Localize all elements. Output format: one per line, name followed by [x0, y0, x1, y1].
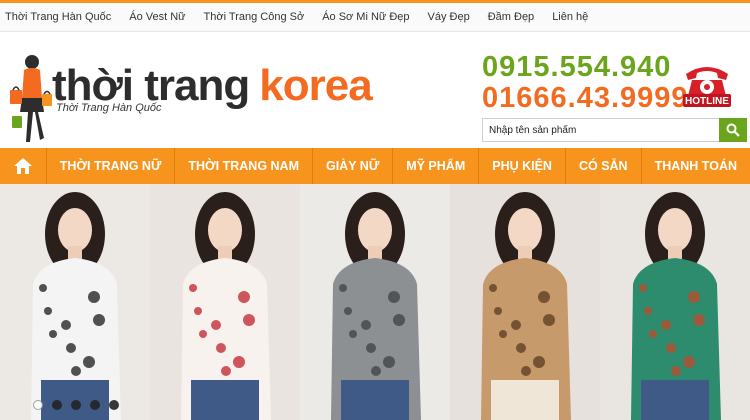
banner-panel-model-white-print-shirt	[0, 184, 150, 420]
slider-dot[interactable]	[33, 400, 43, 410]
top-link[interactable]: Áo Vest Nữ	[123, 11, 191, 23]
top-link[interactable]: Áo Sơ Mi Nữ Đẹp	[316, 11, 415, 23]
banner-panel-model-green-geometric-shirt	[600, 184, 750, 420]
banner-panel-model-grey-ruffle-blouse	[300, 184, 450, 420]
top-link[interactable]: Thời Trang Hàn Quốc	[0, 11, 117, 23]
nav-item-my-pham[interactable]: MỸ PHẨM	[393, 148, 480, 184]
nav-item-co-san[interactable]: CÓ SẴN	[566, 148, 642, 184]
banner-panel-model-leopard-blouse	[450, 184, 600, 420]
top-link-bar: Thời Trang Hàn Quốc Áo Vest Nữ Thời Tran…	[0, 0, 750, 32]
nav-item-thoi-trang-nu[interactable]: THỜI TRANG NỮ	[47, 148, 176, 184]
banner-panel-model-rose-print-shirt	[150, 184, 300, 420]
search-input[interactable]	[482, 118, 720, 142]
nav-item-giay-nu[interactable]: GIÀY NỮ	[313, 148, 394, 184]
slider-dot[interactable]	[90, 400, 100, 410]
nav-item-thoi-trang-nam[interactable]: THỜI TRANG NAM	[175, 148, 313, 184]
home-icon	[13, 158, 32, 174]
hero-banner-slider[interactable]	[0, 184, 750, 420]
logo-shopper-icon	[10, 55, 52, 142]
logo-tagline: Thời Trang Hàn Quốc	[56, 102, 162, 114]
hotline-badge: HOTLINE	[685, 96, 729, 107]
logo-word-korea: korea	[259, 61, 372, 110]
search-icon	[726, 123, 740, 137]
nav-item-thanh-toan[interactable]: THANH TOÁN	[642, 148, 750, 184]
hotline-phone-1: 0915.554.940	[482, 51, 672, 83]
nav-item-phu-kien[interactable]: PHỤ KIỆN	[479, 148, 566, 184]
home-button[interactable]	[0, 148, 47, 184]
hotline-phone-2: 01666.43.9999	[482, 82, 689, 114]
search-button[interactable]	[719, 118, 747, 142]
main-nav: THỜI TRANG NỮ THỜI TRANG NAM GIÀY NỮ MỸ …	[0, 148, 750, 184]
top-link[interactable]: Thời Trang Công Sở	[198, 11, 311, 23]
top-link[interactable]: Váy Đẹp	[422, 11, 476, 23]
telephone-hotline-icon: HOTLINE	[683, 67, 731, 107]
slider-dot[interactable]	[71, 400, 81, 410]
top-link[interactable]: Đầm Đẹp	[482, 11, 540, 23]
slider-dots	[33, 400, 119, 410]
slider-dot[interactable]	[109, 400, 119, 410]
banner-image	[0, 184, 750, 420]
top-link-contact[interactable]: Liên hệ	[546, 11, 594, 23]
slider-dot[interactable]	[52, 400, 62, 410]
